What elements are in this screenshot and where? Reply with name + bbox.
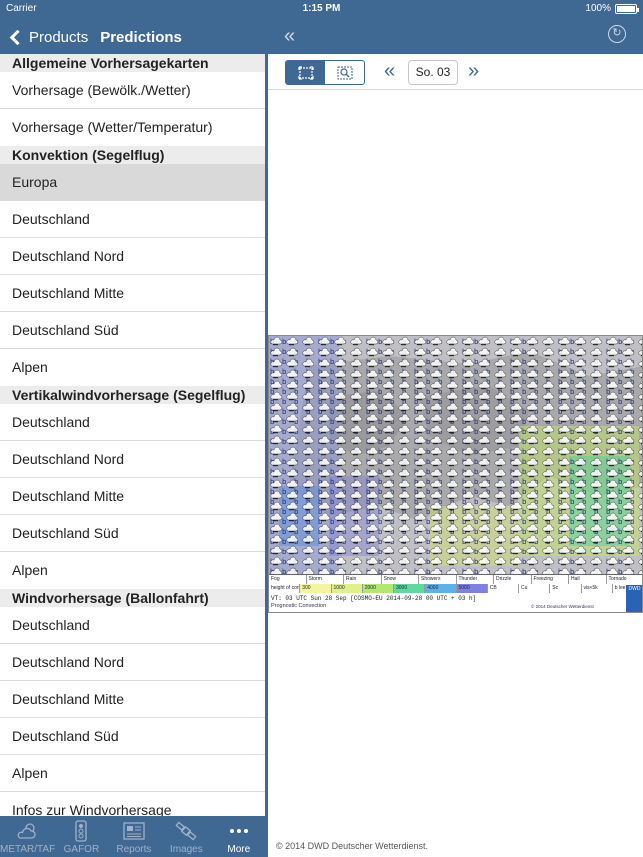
- legend-item: Snow: [382, 575, 419, 584]
- satellite-icon: [174, 819, 198, 843]
- back-label: Products: [29, 28, 89, 46]
- traffic-light-icon: [69, 819, 93, 843]
- list-item[interactable]: Deutschland: [0, 607, 265, 644]
- zoom-icon: [337, 66, 352, 79]
- view-mode-segmented: [285, 60, 365, 85]
- legend-item: vis<5k: [582, 584, 613, 593]
- tab-gafor[interactable]: GAFOR: [55, 816, 107, 857]
- section-header: Windvorhersage (Ballonfahrt): [0, 589, 265, 607]
- list-item[interactable]: Deutschland Süd: [0, 515, 265, 552]
- newspaper-icon: [122, 819, 146, 843]
- forecast-day-selector[interactable]: So. 03: [408, 60, 458, 85]
- legend-item: 2000: [362, 584, 394, 593]
- list-item[interactable]: Deutschland Nord: [0, 441, 265, 478]
- legend-item: Freezing: [532, 575, 569, 584]
- tab-label: METAR/TAF: [0, 844, 56, 855]
- tab-reports[interactable]: Reports: [108, 816, 160, 857]
- top-bar: Carrier 1:15 PM 100% Products Prediction…: [0, 0, 643, 54]
- product-label: Prognostic Convection: [271, 603, 327, 609]
- master-nav-bar: Products Predictions: [0, 20, 265, 54]
- tab-metar-taf[interactable]: METAR/TAF: [0, 816, 55, 857]
- tab-label: More: [227, 844, 251, 855]
- map-legend: Fog Storm Rain Snow Showers Thunder Driz…: [269, 574, 643, 612]
- list-item[interactable]: Vorhersage (Wetter/Temperatur): [0, 109, 265, 146]
- more-dots-icon: [227, 819, 251, 843]
- legend-item: Rain: [344, 575, 382, 584]
- convection-map-image: b: [269, 336, 642, 574]
- list-item-selected[interactable]: Europa: [0, 164, 265, 201]
- clock: 1:15 PM: [302, 3, 341, 14]
- tab-images[interactable]: Images: [160, 816, 212, 857]
- legend-item: Fog: [269, 575, 307, 584]
- map-copyright: © 2014 Deutscher Wetterdienst: [531, 604, 594, 609]
- back-button[interactable]: Products: [0, 29, 88, 46]
- list-item[interactable]: Deutschland Süd: [0, 718, 265, 755]
- product-list: Allgemeine Vorhersagekarten Vorhersage (…: [0, 54, 265, 816]
- legend-item: Cu: [519, 584, 551, 593]
- list-item[interactable]: Deutschland Süd: [0, 312, 265, 349]
- next-step-button[interactable]: »: [468, 60, 479, 82]
- list-item[interactable]: Deutschland Nord: [0, 644, 265, 681]
- fit-view-button[interactable]: [286, 61, 325, 84]
- section-header: Vertikalwindvorhersage (Segelflug): [0, 386, 265, 404]
- legend-item: 4000: [425, 584, 457, 593]
- legend-item: Storm: [307, 575, 344, 584]
- tab-label: Reports: [116, 844, 152, 855]
- list-item[interactable]: Deutschland: [0, 404, 265, 441]
- legend-item: 5000: [456, 584, 488, 593]
- zoom-view-button[interactable]: [325, 61, 364, 84]
- legend-item: 1000: [331, 584, 363, 593]
- section-header: Konvektion (Segelflug): [0, 146, 265, 164]
- legend-weather-row: Fog Storm Rain Snow Showers Thunder Driz…: [269, 575, 643, 584]
- refresh-icon[interactable]: ↻: [608, 25, 626, 43]
- page-title: Predictions: [100, 28, 182, 46]
- previous-step-button[interactable]: «: [384, 60, 395, 82]
- battery-icon: [615, 3, 639, 14]
- collapse-sidebar-button[interactable]: «: [284, 26, 295, 46]
- list-item[interactable]: Deutschland Mitte: [0, 681, 265, 718]
- legend-item: Sc: [550, 584, 582, 593]
- valid-time-label: VT: 03 UTC Sun 28 Sep [COSMO-EU 2014-09-…: [271, 595, 477, 602]
- section-header: Allgemeine Vorhersagekarten: [0, 54, 265, 72]
- legend-item: Thunder: [457, 575, 494, 584]
- legend-item: Tornado: [607, 575, 643, 584]
- legend-item: Hail: [569, 575, 607, 584]
- list-item[interactable]: Alpen: [0, 552, 265, 589]
- legend-item: 3000: [394, 584, 426, 593]
- list-item[interactable]: Infos zur Windvorhersage: [0, 792, 265, 816]
- list-item[interactable]: Alpen: [0, 349, 265, 386]
- list-item[interactable]: Alpen: [0, 755, 265, 792]
- tab-more[interactable]: More: [213, 816, 265, 857]
- footer-copyright: © 2014 DWD Deutscher Wetterdienst.: [276, 841, 429, 851]
- list-item[interactable]: Deutschland Mitte: [0, 478, 265, 515]
- dwd-logo: DWD: [626, 585, 642, 612]
- dwd-logo-text: DWD: [628, 586, 641, 592]
- tab-bar: METAR/TAF GAFOR Reports Images More: [0, 816, 265, 857]
- cloud-sun-icon: [16, 819, 40, 843]
- battery-percent: 100%: [585, 3, 611, 14]
- list-item[interactable]: Deutschland Nord: [0, 238, 265, 275]
- tab-label: Images: [169, 844, 203, 855]
- list-item[interactable]: Vorhersage (Bewölk./Wetter): [0, 72, 265, 109]
- legend-item: height of conv. cloud: [271, 584, 301, 593]
- legend-item: 300: [300, 584, 332, 593]
- chevron-left-icon: [9, 29, 26, 45]
- forecast-map[interactable]: b Fog Storm Rain Snow Showers Thunder Dr…: [268, 335, 643, 613]
- list-item[interactable]: Deutschland Mitte: [0, 275, 265, 312]
- legend-item: CB: [488, 584, 519, 593]
- map-toolbar: « So. 03 »: [268, 54, 643, 90]
- legend-item: Drizzle: [494, 575, 532, 584]
- legend-item: Showers: [419, 575, 457, 584]
- list-item[interactable]: Deutschland: [0, 201, 265, 238]
- fit-screen-icon: [297, 65, 314, 80]
- status-bar: Carrier 1:15 PM 100%: [0, 0, 643, 19]
- legend-height-row: height of conv. cloud 300 1000 2000 3000…: [269, 584, 642, 593]
- tab-label: GAFOR: [63, 844, 100, 855]
- battery-indicator: 100%: [585, 3, 639, 14]
